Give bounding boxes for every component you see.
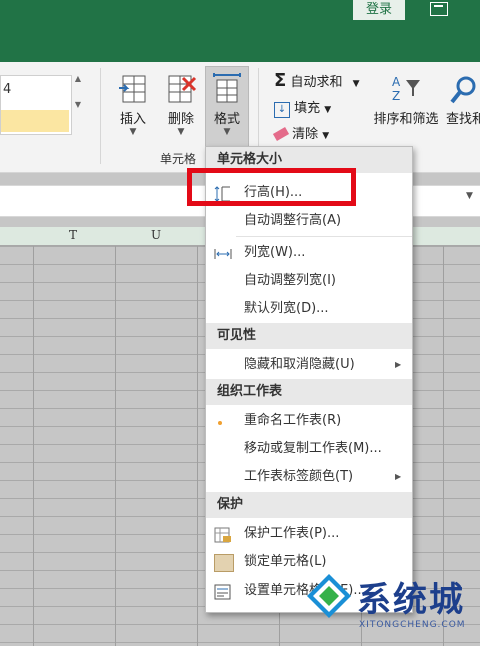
format-dropdown-menu: 单元格大小 行高(H)... 自动调整行高(A) 列宽(W)... 自动调整列宽… [205, 146, 413, 613]
column-width-icon [214, 245, 232, 261]
neutral-style-swatch[interactable] [1, 110, 69, 132]
section-visibility: 可见性 [206, 323, 412, 349]
title-bar: 登录 [0, 0, 480, 62]
menu-item-autofit-column-width[interactable]: 自动调整列宽(I) [206, 267, 412, 295]
menu-item-hide-unhide[interactable]: 隐藏和取消隐藏(U) ▶ [206, 351, 412, 379]
highlight-box [187, 168, 356, 206]
gallery-scroll-down-icon[interactable]: ▼ [72, 100, 84, 116]
clear-button[interactable]: 清除 ▼ [272, 123, 330, 142]
cell-styles-gallery[interactable]: 4 [0, 75, 72, 135]
clear-label: 清除 [292, 127, 319, 142]
autosum-button[interactable]: Σ 自动求和 ▼ [274, 70, 360, 91]
rename-sheet-icon [214, 413, 232, 429]
insert-label: 插入 [119, 112, 146, 127]
chevron-down-icon: ▼ [322, 131, 330, 141]
find-select-label: 查找和 [446, 112, 480, 127]
sort-filter-icon: A Z [390, 72, 422, 108]
menu-item-tab-color[interactable]: 工作表标签颜色(T) ▶ [206, 463, 412, 491]
watermark: 系统城 XITONGCHENG.COM [303, 572, 480, 646]
column-header-t[interactable]: T [69, 228, 77, 242]
menu-item-autofit-row-height[interactable]: 自动调整行高(A) [206, 207, 412, 235]
insert-button[interactable]: 插入 ▼ [112, 72, 154, 137]
svg-text:Z: Z [392, 89, 400, 103]
lock-cell-icon [214, 554, 234, 572]
chevron-down-icon: ▼ [352, 79, 360, 89]
style-value: 4 [3, 82, 12, 97]
fill-down-icon: ↓ [274, 102, 290, 118]
fill-button[interactable]: ↓ 填充 ▼ [274, 97, 331, 118]
group-divider [100, 68, 101, 164]
column-header-u[interactable]: U [151, 228, 161, 242]
format-icon [211, 72, 243, 108]
menu-divider [236, 236, 412, 237]
sigma-icon: Σ [274, 70, 287, 91]
protect-sheet-icon [214, 526, 232, 543]
menu-item-rename-sheet[interactable]: 重命名工作表(R) [206, 407, 412, 435]
chevron-down-icon: ▼ [177, 127, 185, 137]
section-protection: 保护 [206, 492, 412, 518]
format-button[interactable]: 格式 ▼ [206, 72, 248, 137]
magnifier-icon [446, 72, 478, 108]
menu-item-protect-sheet[interactable]: 保护工作表(P)... [206, 520, 412, 548]
restore-icon[interactable] [430, 2, 448, 16]
login-button[interactable]: 登录 [353, 0, 405, 20]
sort-filter-button[interactable]: A Z 排序和筛选 [372, 72, 440, 127]
delete-label: 删除 [167, 112, 194, 127]
chevron-down-icon: ▼ [324, 105, 332, 115]
insert-cells-icon [117, 72, 149, 108]
autosum-label: 自动求和 [290, 75, 343, 90]
svg-text:A: A [392, 75, 401, 89]
chevron-down-icon: ▼ [223, 127, 231, 137]
delete-button[interactable]: 删除 ▼ [160, 72, 202, 137]
eraser-icon [272, 127, 290, 141]
chevron-down-icon: ▼ [129, 127, 137, 137]
section-organize-sheets: 组织工作表 [206, 379, 412, 405]
sort-filter-label: 排序和筛选 [373, 112, 439, 127]
menu-item-default-width[interactable]: 默认列宽(D)... [206, 295, 412, 323]
find-select-button[interactable]: 查找和 [446, 72, 480, 127]
cells-group-label: 单元格 [160, 152, 197, 166]
expand-formula-bar-icon[interactable]: ▼ [466, 191, 473, 201]
menu-item-column-width[interactable]: 列宽(W)... [206, 239, 412, 267]
format-cells-icon [214, 583, 232, 600]
watermark-text: 系统城 [357, 580, 465, 620]
fill-label: 填充 [294, 101, 321, 116]
watermark-logo-icon [307, 574, 351, 618]
format-label: 格式 [213, 112, 240, 127]
delete-cells-icon [165, 72, 197, 108]
gallery-scroll-up-icon[interactable]: ▲ [72, 74, 84, 90]
watermark-domain: XITONGCHENG.COM [359, 620, 466, 630]
submenu-arrow-icon: ▶ [395, 360, 402, 369]
menu-item-move-copy-sheet[interactable]: 移动或复制工作表(M)... [206, 435, 412, 463]
submenu-arrow-icon: ▶ [395, 472, 402, 481]
